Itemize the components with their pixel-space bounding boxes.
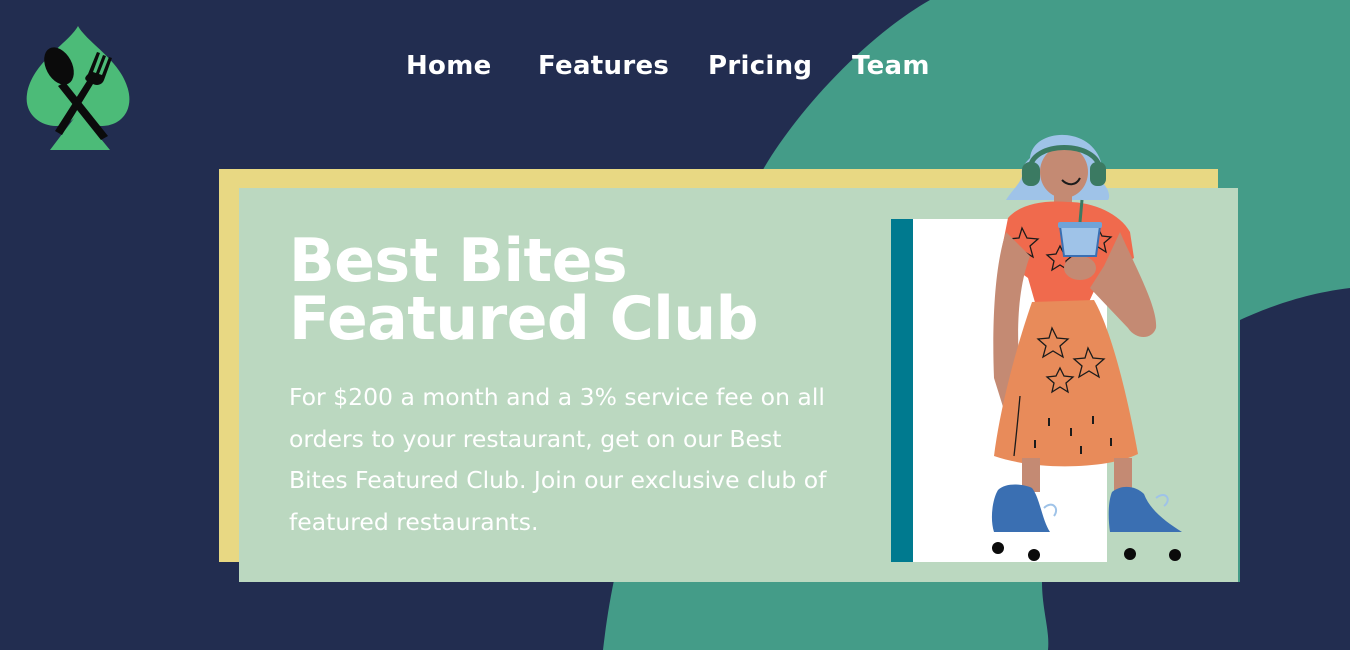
nav-link-home[interactable]: Home <box>406 48 492 84</box>
person-illustration-icon <box>991 134 1182 561</box>
nav-link-team[interactable]: Team <box>852 48 930 84</box>
hero-title: Best Bites Featured Club <box>289 226 849 354</box>
hero-title-line-2: Featured Club <box>289 284 759 354</box>
main-nav: Home Features Pricing Team <box>0 48 1350 88</box>
drink-cup-icon <box>1058 225 1102 257</box>
nav-link-pricing[interactable]: Pricing <box>708 48 812 84</box>
nav-link-features[interactable]: Features <box>538 48 669 84</box>
hero-title-line-1: Best Bites <box>289 226 628 296</box>
spade-shape <box>26 26 130 150</box>
roller-skate-right-icon <box>1108 486 1182 532</box>
hero-description: For $200 a month and a 3% service fee on… <box>289 383 827 536</box>
roller-skate-left-icon <box>991 484 1050 532</box>
illustration-frame-accent <box>891 219 913 562</box>
face <box>1040 146 1088 198</box>
